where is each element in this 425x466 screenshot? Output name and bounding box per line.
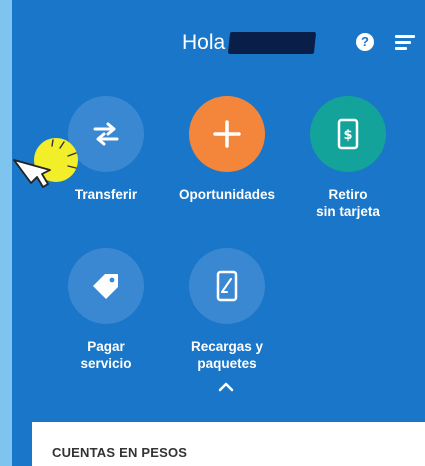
phone-recharge-icon: [216, 270, 238, 302]
greeting: Hola: [182, 31, 317, 55]
retiro-label: Retiro sin tarjeta: [316, 187, 380, 219]
oportunidades-label: Oportunidades: [178, 187, 275, 202]
recargas-paquetes-button[interactable]: Recargas y paquetes: [167, 248, 287, 372]
retiro-circle[interactable]: $: [310, 96, 386, 172]
phone-cash-icon: $: [337, 118, 359, 150]
accounts-card[interactable]: CUENTAS EN PESOS: [32, 422, 425, 466]
redacted-username: [228, 32, 317, 54]
plus-icon: [213, 120, 241, 148]
pointer-cursor-icon: [13, 139, 77, 188]
help-icon[interactable]: ?: [356, 33, 374, 51]
menu-icon[interactable]: [395, 35, 415, 51]
header: Hola ?: [12, 0, 425, 80]
app-screen: Hola ? Transferir Oportunidades $ Retiro…: [12, 0, 425, 466]
oportunidades-circle[interactable]: [189, 96, 265, 172]
retiro-sin-tarjeta-button[interactable]: $ Retiro sin tarjeta: [288, 96, 408, 220]
greeting-text: Hola: [182, 31, 226, 54]
transfer-arrows-icon: [93, 122, 119, 146]
pagar-circle[interactable]: [68, 248, 144, 324]
accounts-card-title: CUENTAS EN PESOS: [52, 445, 188, 460]
pagar-servicio-button[interactable]: Pagar servicio: [46, 248, 166, 372]
pagar-servicio-label: Pagar servicio: [80, 339, 132, 371]
chevron-up-icon[interactable]: [218, 382, 234, 392]
svg-text:$: $: [343, 128, 352, 143]
oportunidades-button[interactable]: Oportunidades: [167, 96, 287, 203]
recargas-circle[interactable]: [189, 248, 265, 324]
recargas-label: Recargas y paquetes: [190, 339, 264, 371]
tag-icon: [93, 274, 118, 299]
